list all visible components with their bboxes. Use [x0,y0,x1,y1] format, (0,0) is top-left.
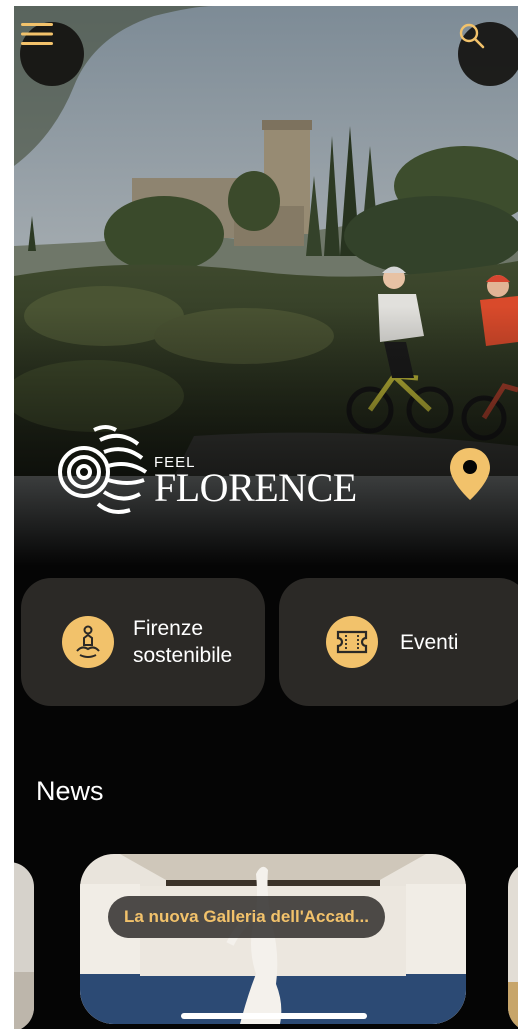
news-card-next[interactable] [508,862,518,1029]
news-card-image [80,854,466,1024]
ticket-icon [326,616,378,668]
hero-image: FEEL FLORENCE [14,6,518,566]
menu-button[interactable] [20,22,84,86]
meditation-person-icon [62,616,114,668]
category-firenze-sostenibile[interactable]: Firenze sostenibile [21,578,265,706]
category-label: Eventi [400,630,459,654]
feel-florence-logo [58,425,148,514]
brand-name-text: FLORENCE [154,465,357,510]
app-screen: FEEL FLORENCE Firenze sostenibile Eventi… [14,6,518,1029]
search-button[interactable] [458,22,518,86]
news-card[interactable]: La nuova Galleria dell'Accad... [80,854,466,1024]
news-section-title: News [36,776,104,806]
search-icon [459,23,485,49]
home-indicator[interactable] [181,1013,367,1019]
map-pin-icon [450,448,490,500]
hamburger-menu-icon [21,23,53,45]
category-label: Firenze sostenibile [133,617,233,667]
news-card-previous[interactable] [14,862,34,1029]
category-eventi[interactable]: Eventi [279,578,518,706]
news-card-caption: La nuova Galleria dell'Accad... [108,896,385,938]
feel-florence-brand: FEEL FLORENCE [50,418,370,524]
